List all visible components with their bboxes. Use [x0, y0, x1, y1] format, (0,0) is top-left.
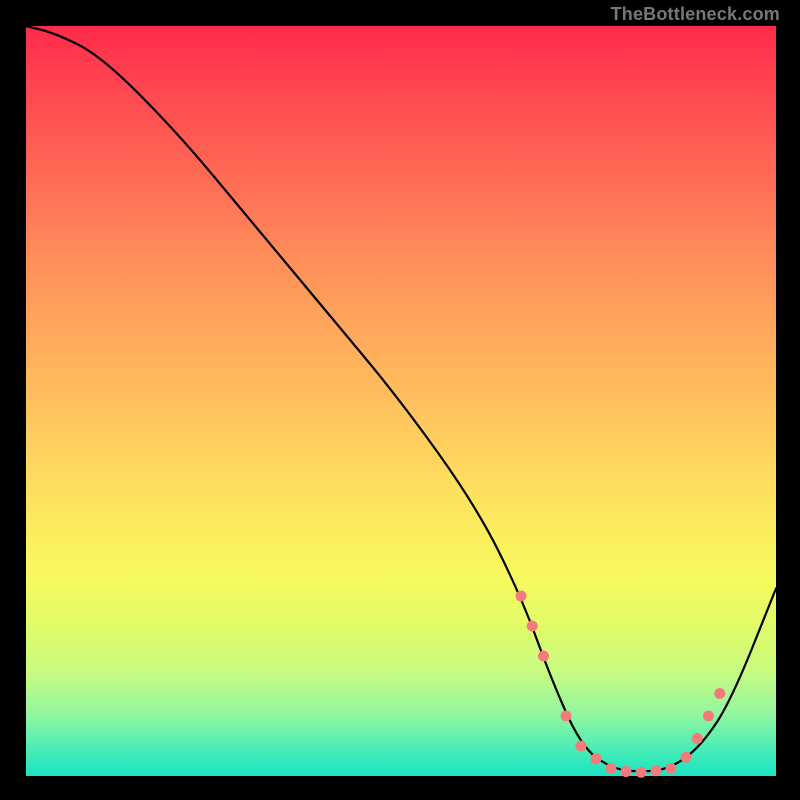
chart-svg: [26, 26, 776, 776]
marker-dot: [703, 711, 714, 722]
chart-container: TheBottleneck.com: [0, 0, 800, 800]
marker-dot: [651, 765, 662, 776]
marker-dot: [516, 591, 527, 602]
marker-dot: [621, 766, 632, 777]
marker-dot: [636, 767, 647, 778]
marker-dot: [576, 741, 587, 752]
marker-dot: [561, 711, 572, 722]
marker-dot: [538, 651, 549, 662]
marker-dot: [527, 621, 538, 632]
marker-dot: [666, 763, 677, 774]
watermark-text: TheBottleneck.com: [611, 4, 780, 25]
marker-dot: [606, 763, 617, 774]
marker-dot: [681, 752, 692, 763]
marker-dot: [714, 688, 725, 699]
bottleneck-curve: [26, 26, 776, 771]
marker-dot: [692, 733, 703, 744]
marker-dot: [591, 753, 602, 764]
